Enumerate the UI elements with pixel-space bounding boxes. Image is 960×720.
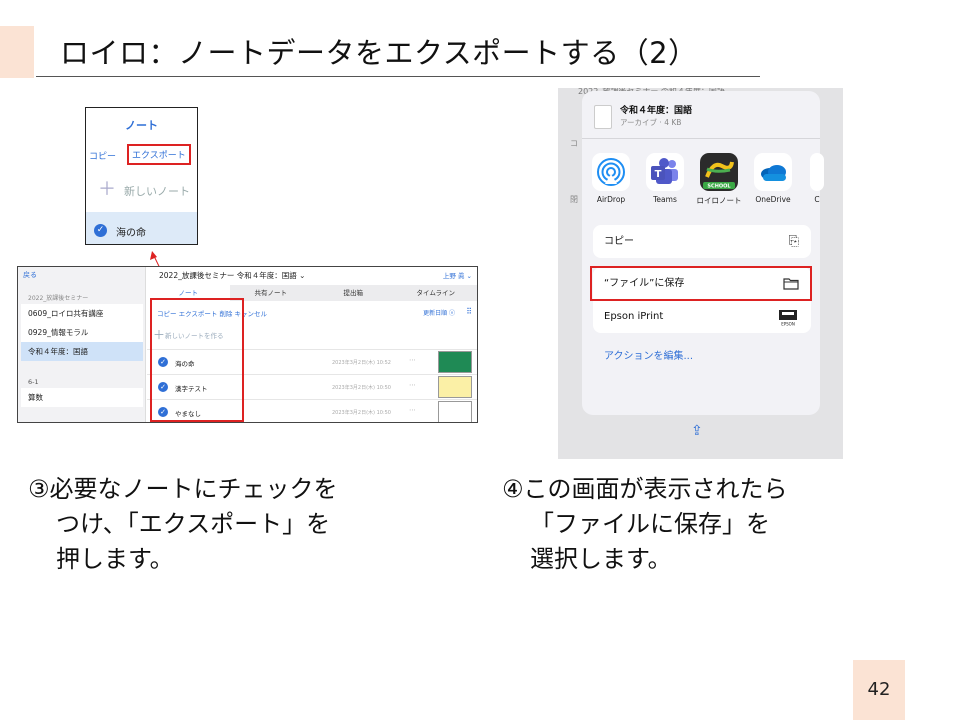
- sidebar-group-label: 2022_放課後セミナー: [28, 295, 89, 302]
- caption-step-3: ③必要なノートにチェックを つけ、「エクスポート」を 押します。: [28, 472, 338, 577]
- more-icon[interactable]: ⋯: [409, 381, 416, 389]
- background-text: コ: [570, 139, 578, 148]
- background-text: 閉: [570, 195, 578, 204]
- caption-line: 押します。: [56, 545, 174, 573]
- divider: [582, 138, 820, 139]
- note-thumbnail: [438, 376, 472, 398]
- caption-line: ③必要なノートにチェックを: [28, 475, 338, 503]
- share-app-loilo[interactable]: SCHOOL ロイロノート: [694, 153, 744, 206]
- slide-title: ロイロ：ノートデータをエクスポートする（2）: [60, 36, 698, 70]
- share-app-airdrop[interactable]: AirDrop: [586, 153, 636, 204]
- copy-action-label: コピー: [604, 236, 634, 247]
- more-icon[interactable]: ⋯: [409, 356, 416, 364]
- share-app-label: OneDrive: [755, 195, 791, 204]
- highlight-box-save-to-files: [590, 266, 812, 301]
- share-app-partial[interactable]: C: [802, 153, 832, 204]
- file-meta: アーカイブ · 4 KB: [620, 118, 682, 127]
- note-date: 2023年3月2日(木) 10:50: [332, 410, 391, 416]
- share-app-label: Teams: [653, 195, 677, 204]
- zoom-note-row[interactable]: ✓ 海の命: [86, 212, 197, 244]
- action-group-copy: コピー ⎘: [593, 225, 811, 258]
- onedrive-icon: [754, 153, 792, 191]
- teams-icon: T: [646, 153, 684, 191]
- svg-text:T: T: [655, 169, 662, 180]
- caption-line: 選択します。: [530, 545, 672, 573]
- epson-printer-icon: EPSON: [777, 300, 799, 333]
- share-app-label: AirDrop: [596, 195, 626, 204]
- sort-menu[interactable]: 更新日順 ⓥ: [423, 308, 455, 317]
- app-header[interactable]: 2022_放課後セミナー 令和４年度：国語 ⌄: [159, 270, 305, 281]
- copy-icon: ⎘: [788, 234, 799, 249]
- epson-iprint-label: Epson iPrint: [604, 311, 664, 322]
- school-badge-text: SCHOOL: [707, 184, 731, 190]
- more-icon[interactable]: ⋯: [409, 406, 416, 414]
- back-button[interactable]: 戻る: [23, 270, 37, 280]
- caption-line: ④この画面が表示されたら: [502, 475, 788, 503]
- checkmark-icon: ✓: [94, 224, 107, 237]
- title-accent-block: [0, 26, 34, 78]
- share-app-onedrive[interactable]: OneDrive: [748, 153, 798, 204]
- sidebar-item[interactable]: 0609_ロイロ共有講座: [21, 304, 143, 323]
- zoom-copy-button[interactable]: コピー: [89, 149, 116, 162]
- sidebar-item-active[interactable]: 令和４年度：国語: [21, 342, 143, 361]
- copy-action[interactable]: コピー ⎘: [593, 225, 811, 258]
- user-menu[interactable]: 上野 眞 ⌄: [443, 270, 472, 280]
- share-app-label: ロイロノート: [696, 196, 742, 205]
- title-underline: [36, 76, 760, 77]
- page-number: 42: [853, 660, 905, 720]
- grid-view-icon[interactable]: ⠿: [466, 307, 472, 316]
- zoom-notes-title: ノート: [125, 119, 158, 132]
- share-app-label: C: [814, 195, 820, 204]
- zoom-export-button[interactable]: エクスポート: [127, 144, 191, 165]
- document-icon: [594, 105, 612, 129]
- zoom-callout: ノート コピー エクスポート ＋ 新しいノート ✓ 海の命: [85, 107, 198, 245]
- caption-step-4: ④この画面が表示されたら 「ファイルに保存」を 選択します。: [502, 472, 788, 577]
- note-thumbnail: [438, 401, 472, 422]
- plus-icon: ＋: [98, 179, 116, 200]
- loilo-app-screenshot: 戻る 2022_放課後セミナー 0609_ロイロ共有講座 0929_情報モラル …: [17, 266, 478, 423]
- loilo-note-icon: SCHOOL: [700, 153, 738, 191]
- app-sidebar: 戻る 2022_放課後セミナー 0609_ロイロ共有講座 0929_情報モラル …: [18, 267, 146, 422]
- zoom-new-note[interactable]: 新しいノート: [124, 183, 190, 199]
- highlight-box-checkmarks: [150, 298, 244, 422]
- sidebar-item[interactable]: 0929_情報モラル: [21, 323, 143, 342]
- epson-iprint-action[interactable]: Epson iPrint EPSON: [593, 300, 811, 333]
- caption-line: 「ファイルに保存」を: [530, 510, 770, 538]
- caption-line: つけ、「エクスポート」を: [56, 510, 331, 538]
- note-date: 2023年3月2日(木) 10:50: [332, 385, 391, 391]
- share-icon[interactable]: ⇪: [691, 423, 703, 439]
- share-app-teams[interactable]: T Teams: [640, 153, 690, 204]
- note-thumbnail: [438, 351, 472, 373]
- epson-badge-text: EPSON: [781, 321, 795, 326]
- edit-actions-link[interactable]: アクションを編集...: [604, 347, 693, 362]
- zoom-note-name: 海の命: [116, 228, 146, 239]
- file-name: 令和４年度：国語: [620, 106, 693, 116]
- tab-submission-box[interactable]: 提出箱: [312, 285, 395, 301]
- tab-timeline[interactable]: タイムライン: [395, 285, 478, 301]
- sidebar-item[interactable]: 算数: [21, 388, 143, 407]
- share-sheet: 令和４年度：国語 アーカイブ · 4 KB AirDrop T Teams SC…: [582, 91, 824, 415]
- sidebar-group-label: 6-1: [28, 378, 39, 386]
- note-date: 2023年3月2日(木) 10:52: [332, 360, 391, 366]
- airdrop-icon: [592, 153, 630, 191]
- partial-app-icon: [810, 153, 824, 191]
